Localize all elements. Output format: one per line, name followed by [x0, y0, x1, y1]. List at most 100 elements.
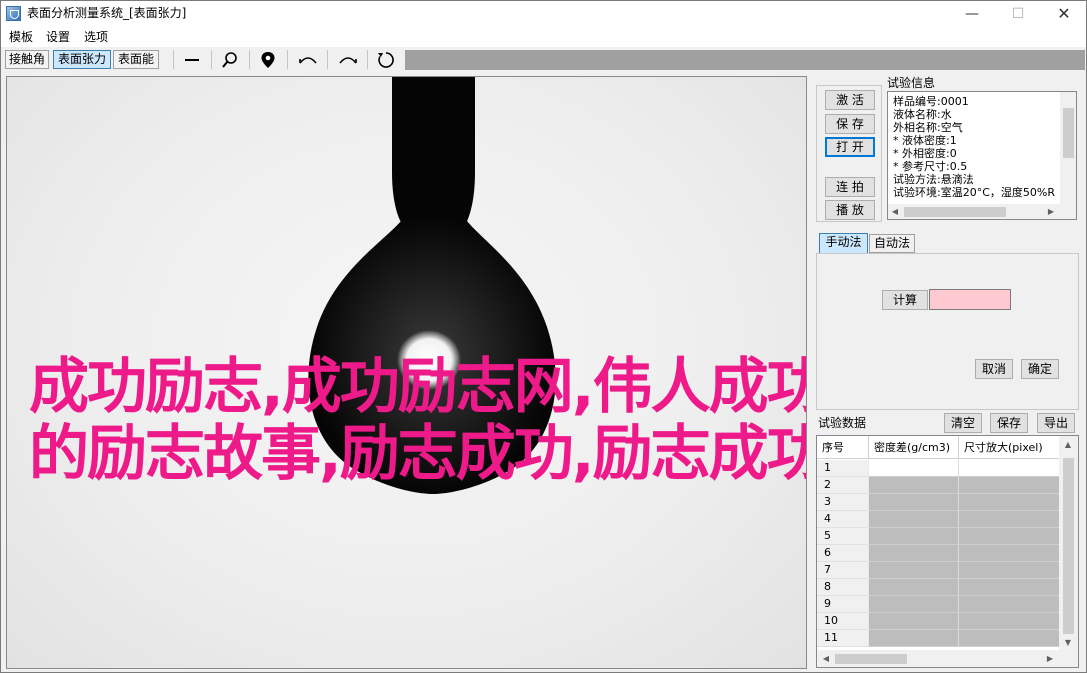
- row-index: 6: [817, 545, 869, 562]
- toolbar-empty-area: [405, 50, 1085, 70]
- scroll-left-icon[interactable]: ◀: [819, 654, 833, 664]
- line-icon: [185, 59, 199, 61]
- line-tool-button[interactable]: [177, 49, 207, 71]
- play-button[interactable]: 播 放: [825, 200, 875, 220]
- table-row[interactable]: 1: [817, 460, 1059, 477]
- column-header-index[interactable]: 序号: [817, 436, 869, 459]
- row-index: 2: [817, 477, 869, 494]
- tab-contact-angle[interactable]: 接触角: [5, 50, 49, 69]
- scroll-thumb[interactable]: [835, 654, 907, 664]
- experiment-data-grid[interactable]: 序号 密度差(g/cm3) 尺寸放大(pixel) 1 2 3 4 5 6 7 …: [816, 435, 1079, 668]
- toolbar-separator: [327, 50, 328, 69]
- scroll-thumb[interactable]: [1063, 108, 1074, 158]
- grid-horizontal-scrollbar[interactable]: ◀ ▶: [817, 650, 1078, 667]
- table-row[interactable]: 5: [817, 528, 1059, 545]
- table-row[interactable]: 11: [817, 630, 1059, 647]
- table-row[interactable]: 3: [817, 494, 1059, 511]
- menu-settings[interactable]: 设置: [46, 29, 70, 45]
- arc-right-icon: [339, 57, 357, 64]
- rotate-icon: [378, 52, 394, 68]
- column-header-density-diff[interactable]: 密度差(g/cm3): [869, 436, 959, 459]
- menu-template[interactable]: 模板: [9, 29, 33, 45]
- scroll-right-icon[interactable]: ▶: [1044, 207, 1058, 217]
- save-data-button[interactable]: 保存: [990, 413, 1028, 433]
- app-window: 表面分析测量系统_[表面张力] — ☐ ✕ 模板 设置 选项 接触角 表面张力 …: [0, 0, 1087, 673]
- row-index: 10: [817, 613, 869, 630]
- info-line: 样品编号:0001: [893, 95, 969, 108]
- table-row[interactable]: 4: [817, 511, 1059, 528]
- tab-surface-energy[interactable]: 表面能: [113, 50, 159, 69]
- info-line: * 液体密度:1: [893, 134, 957, 147]
- overlay-text-line-2: 的励志故事,励志成功,励志成功: [29, 419, 807, 489]
- confirm-button[interactable]: 确定: [1021, 359, 1059, 379]
- menu-options[interactable]: 选项: [84, 29, 108, 45]
- window-title: 表面分析测量系统_[表面张力]: [27, 6, 187, 20]
- minimize-button[interactable]: —: [949, 1, 995, 27]
- tab-manual-method[interactable]: 手动法: [819, 233, 868, 254]
- cancel-button[interactable]: 取消: [975, 359, 1013, 379]
- calculate-button[interactable]: 计算: [882, 290, 928, 310]
- magnifier-tool-button[interactable]: [215, 49, 245, 71]
- export-data-button[interactable]: 导出: [1037, 413, 1075, 433]
- manual-method-panel: [816, 253, 1079, 410]
- grid-vertical-scrollbar[interactable]: ▲ ▼: [1059, 436, 1078, 650]
- info-line: * 外相密度:0: [893, 147, 957, 160]
- save-image-button[interactable]: 保 存: [825, 114, 875, 134]
- title-bar: 表面分析测量系统_[表面张力] — ☐ ✕: [1, 1, 1086, 27]
- continuous-shoot-button[interactable]: 连 拍: [825, 177, 875, 197]
- activate-button[interactable]: 激 活: [825, 90, 875, 110]
- droplet-image-view[interactable]: 成功励志,成功励志网,伟人成功 的励志故事,励志成功,励志成功: [6, 76, 807, 669]
- experiment-info-title: 试验信息: [887, 76, 936, 90]
- scroll-down-icon[interactable]: ▼: [1061, 638, 1075, 648]
- scroll-thumb[interactable]: [904, 207, 1006, 217]
- scroll-right-icon[interactable]: ▶: [1043, 654, 1057, 664]
- toolbar-separator: [173, 50, 174, 69]
- toolbar-separator: [287, 50, 288, 69]
- table-row[interactable]: 6: [817, 545, 1059, 562]
- arc-right-tool-button[interactable]: [333, 49, 363, 71]
- toolbar-separator: [249, 50, 250, 69]
- rotate-tool-button[interactable]: [371, 49, 401, 71]
- column-header-size-magnification[interactable]: 尺寸放大(pixel): [959, 436, 1059, 459]
- location-tool-button[interactable]: [253, 49, 283, 71]
- row-index: 8: [817, 579, 869, 596]
- info-line: 试验环境:室温20°C，湿度50%R: [893, 186, 1055, 199]
- row-index: 9: [817, 596, 869, 613]
- info-line: 试验方法:悬滴法: [893, 173, 974, 186]
- table-row[interactable]: 2: [817, 477, 1059, 494]
- scroll-left-icon[interactable]: ◀: [888, 207, 902, 217]
- scroll-thumb[interactable]: [1063, 458, 1074, 634]
- table-row[interactable]: 8: [817, 579, 1059, 596]
- row-index: 3: [817, 494, 869, 511]
- info-line: * 参考尺寸:0.5: [893, 160, 968, 173]
- info-vertical-scrollbar[interactable]: [1060, 92, 1076, 204]
- calculation-result-field[interactable]: [929, 289, 1011, 310]
- arc-left-icon: [299, 57, 317, 64]
- row-index: 5: [817, 528, 869, 545]
- experiment-data-title: 试验数据: [818, 416, 867, 430]
- row-index: 1: [817, 460, 869, 477]
- clear-data-button[interactable]: 清空: [944, 413, 982, 433]
- info-line: 外相名称:空气: [893, 121, 963, 134]
- info-line: 液体名称:水: [893, 108, 952, 121]
- info-horizontal-scrollbar[interactable]: ◀ ▶: [888, 204, 1076, 219]
- maximize-button[interactable]: ☐: [995, 1, 1041, 27]
- arc-left-tool-button[interactable]: [293, 49, 323, 71]
- tab-auto-method[interactable]: 自动法: [869, 234, 915, 253]
- table-row[interactable]: 9: [817, 596, 1059, 613]
- magnifier-icon: [222, 52, 237, 68]
- open-image-button[interactable]: 打 开: [825, 137, 875, 157]
- scroll-up-icon[interactable]: ▲: [1061, 440, 1075, 450]
- row-index: 7: [817, 562, 869, 579]
- table-row[interactable]: 7: [817, 562, 1059, 579]
- table-row[interactable]: 10: [817, 613, 1059, 630]
- tab-surface-tension[interactable]: 表面张力: [53, 50, 111, 69]
- experiment-info-box[interactable]: 样品编号:0001 液体名称:水 外相名称:空气 * 液体密度:1 * 外相密度…: [887, 91, 1077, 220]
- app-icon: [6, 6, 21, 21]
- close-button[interactable]: ✕: [1041, 1, 1086, 27]
- row-index: 4: [817, 511, 869, 528]
- menu-bar: 模板 设置 选项: [1, 27, 1086, 47]
- toolbar-separator: [367, 50, 368, 69]
- location-pin-icon: [261, 52, 275, 68]
- overlay-text-line-1: 成功励志,成功励志网,伟人成功: [29, 352, 807, 422]
